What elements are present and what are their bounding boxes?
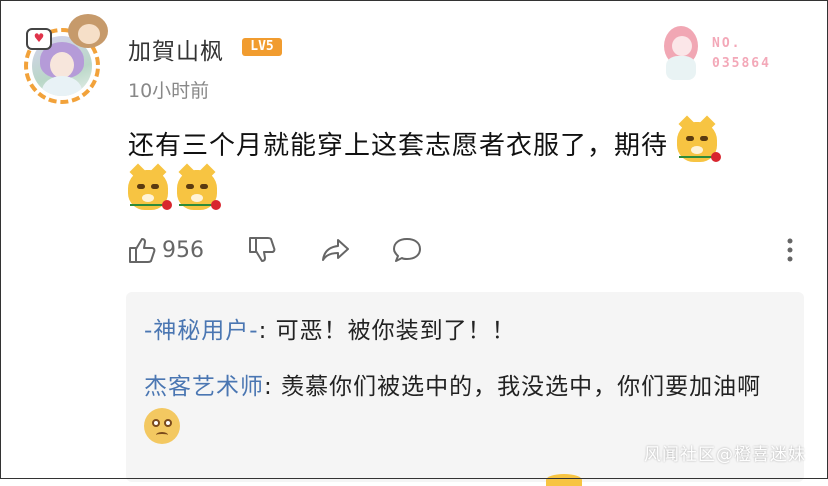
thumbs-up-icon (126, 234, 158, 266)
thumbs-down-icon (246, 234, 278, 266)
share-button[interactable] (318, 232, 352, 268)
comment-icon (390, 234, 424, 266)
fan-card-character-icon (658, 22, 704, 80)
reply-username[interactable]: -神秘用户- (144, 318, 259, 344)
fan-card-label: NO. (712, 36, 742, 51)
user-avatar[interactable]: ♥ (18, 14, 110, 106)
reply-separator: : (258, 318, 276, 344)
dog-rose-emoji (128, 170, 172, 210)
share-icon (318, 234, 352, 266)
username[interactable]: 加賀山枫 (128, 32, 224, 66)
avatar-pendant-icon (68, 14, 108, 48)
dog-rose-emoji (177, 170, 222, 210)
action-bar: 956 (126, 232, 806, 272)
heart-badge-icon: ♥ (26, 28, 52, 50)
dislike-button[interactable] (246, 232, 278, 268)
like-button[interactable]: 956 (126, 232, 204, 268)
reply-separator: : (264, 374, 282, 400)
fan-card[interactable]: NO. 035864 (650, 20, 800, 82)
watermark: 风闻社区@橙喜迷妹 (644, 445, 806, 465)
comment-text-block: 还有三个月就能穿上这套志愿者衣服了，期待 (128, 122, 808, 218)
more-options-button[interactable] (784, 232, 796, 268)
reply-item[interactable]: 杰客艺术师: 羡慕你们被选中的，我没选中，你们要加油啊 (144, 366, 784, 450)
comment-text: 还有三个月就能穿上这套志愿者衣服了，期待 (128, 131, 669, 161)
reply-username[interactable]: 杰客艺术师 (144, 374, 264, 400)
dog-emoji-partial-icon (546, 474, 582, 486)
like-count: 956 (162, 237, 204, 263)
reply-item[interactable]: -神秘用户-: 可恶！被你装到了！！ (144, 310, 516, 352)
reply-text: 可恶！被你装到了！！ (275, 318, 516, 344)
timestamp: 10小时前 (128, 80, 210, 102)
more-icon (784, 234, 796, 266)
worried-face-emoji (144, 408, 180, 444)
fan-card-number: 035864 (712, 56, 771, 71)
level-badge: LV5 (242, 38, 282, 56)
comment-button[interactable] (390, 232, 424, 268)
reply-text: 羡慕你们被选中的，我没选中，你们要加油啊 (281, 374, 762, 400)
dog-rose-emoji (677, 122, 722, 162)
